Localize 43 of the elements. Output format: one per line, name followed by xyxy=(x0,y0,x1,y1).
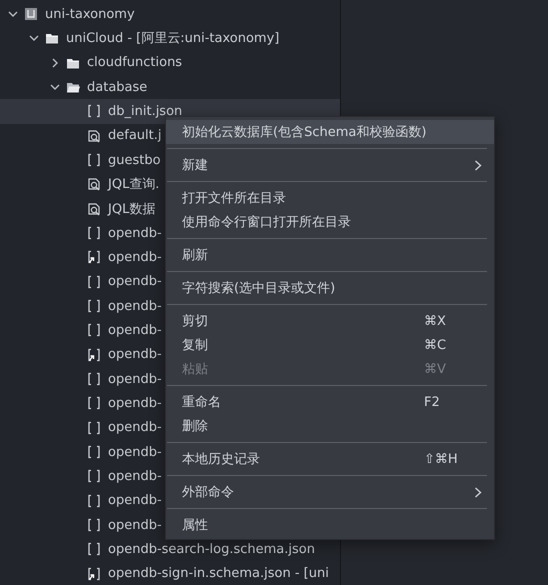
item-label: opendb- xyxy=(108,493,162,508)
item-label: uniCloud - [阿里云:uni-taxonomy] xyxy=(66,30,280,48)
item-label: opendb- xyxy=(108,396,162,411)
menu-item-label: 刷新 xyxy=(182,247,209,264)
item-label: opendb- xyxy=(108,420,162,436)
item-label: cloudfunctions xyxy=(87,55,182,70)
shortcut-label: ⌘C xyxy=(424,338,448,352)
shortcut-label: ⌘X xyxy=(424,314,447,328)
item-label: database xyxy=(87,80,148,95)
item-label: opendb- xyxy=(108,347,162,362)
item-label: opendb- xyxy=(108,444,162,460)
menu-item-label: 复制 xyxy=(182,337,209,354)
menu-item-label: 删除 xyxy=(182,418,209,435)
item-label: opendb-search-log.schema.json xyxy=(108,542,315,557)
menu-item-label: 使用命令行窗口打开所在目录 xyxy=(182,214,352,231)
menu-item-label: 初始化云数据库(包含Schema和校验函数) xyxy=(182,124,428,141)
menu-item-label: 新建 xyxy=(182,157,209,174)
menu-item-label: 剪切 xyxy=(182,313,209,330)
menu-item-label: 外部命令 xyxy=(182,484,235,501)
item-label: uni-taxonomy xyxy=(45,6,135,22)
shortcut-label: F2 xyxy=(424,394,441,410)
item-label: opendb- xyxy=(108,226,162,241)
item-label: JQL查询. xyxy=(108,176,160,194)
item-label: default.j xyxy=(108,128,162,144)
menu-item-label: 重命名 xyxy=(182,394,222,411)
item-label: opendb- xyxy=(108,322,162,338)
menu-item-label: 属性 xyxy=(182,517,209,534)
menu-item-label: 本地历史记录 xyxy=(182,451,261,468)
item-label: opendb- xyxy=(108,298,162,314)
item-label: opendb- xyxy=(108,468,162,484)
menu-item-label: 字符搜索(选中目录或文件) xyxy=(182,280,336,297)
shortcut-label: ⇧⌘H xyxy=(424,452,459,466)
item-label: opendb- xyxy=(108,274,162,290)
item-label: db_init.json xyxy=(108,104,182,119)
menu-item-label: 粘贴 xyxy=(182,361,209,378)
shortcut-label: ⌘V xyxy=(424,362,447,376)
item-label: guestbo xyxy=(108,152,161,168)
item-label: JQL数据 xyxy=(108,200,156,218)
item-label: opendb- xyxy=(108,250,162,265)
item-label: opendb- xyxy=(108,518,162,533)
item-label: opendb- xyxy=(108,372,162,387)
item-label: opendb-sign-in.schema.json - [uni xyxy=(108,566,329,582)
menu-item-label: 打开文件所在目录 xyxy=(182,190,287,207)
